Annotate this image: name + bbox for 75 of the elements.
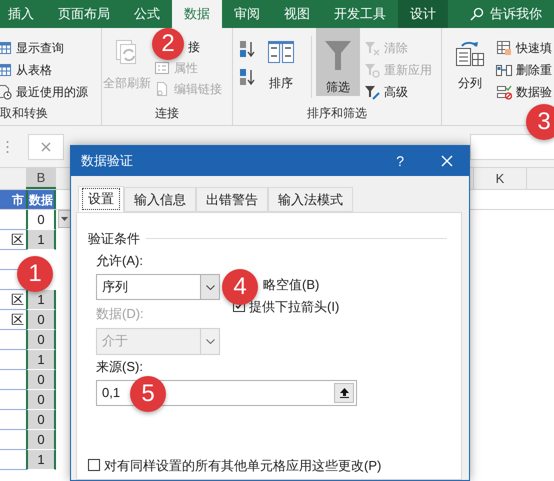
close-icon[interactable]: [441, 155, 453, 167]
list-icon: [154, 60, 170, 76]
ribbon-tab[interactable]: 开发工具: [322, 0, 398, 28]
ribbon-tab[interactable]: 设计: [398, 0, 448, 28]
collapse-button[interactable]: [334, 383, 354, 403]
checkbox[interactable]: [88, 459, 100, 472]
dialog-title: 数据验证: [81, 152, 133, 170]
ribbon-button[interactable]: 最近使用的源: [0, 81, 90, 103]
ribbon-tab[interactable]: 审阅: [222, 0, 272, 28]
table-cell[interactable]: 0: [26, 430, 56, 450]
checkbox-label[interactable]: 略空值(B): [263, 274, 340, 296]
ribbon-button[interactable]: 筛选: [316, 28, 360, 96]
sort-descending-icon: [239, 68, 255, 86]
field-label: 来源(S):: [96, 358, 143, 376]
sort-ascending-icon: [239, 40, 255, 58]
field-label: 允许(A):: [96, 252, 144, 270]
validation-icon: [496, 84, 512, 100]
table-cell[interactable]: 0: [26, 210, 56, 230]
funnel-icon: [364, 40, 380, 56]
allow-dropdown[interactable]: 序列: [96, 274, 220, 300]
field-label: 数据(D):: [96, 305, 145, 323]
ribbon-button[interactable]: 从表格: [0, 59, 90, 81]
table-cell[interactable]: 1: [26, 450, 56, 470]
table-cell[interactable]: 0: [26, 310, 56, 330]
funnel-icon: [364, 62, 380, 78]
document-link-icon: [154, 80, 170, 96]
formula-input[interactable]: [470, 134, 554, 160]
table-cell[interactable]: 1: [26, 290, 56, 310]
dialog-tab[interactable]: 出错警告: [196, 187, 268, 212]
table-cell[interactable]: 0: [26, 390, 56, 410]
table-cell[interactable]: 0: [26, 410, 56, 430]
dropdown-button[interactable]: [58, 210, 71, 228]
chevron-down-icon: [206, 338, 214, 344]
group-label: 连接: [155, 105, 179, 122]
ribbon-tab[interactable]: 公式: [122, 0, 172, 28]
table-cell[interactable]: 0: [26, 330, 56, 350]
close-icon: [41, 142, 51, 152]
table-cell[interactable]: 0: [26, 370, 56, 390]
table-header-cell: 数据: [26, 190, 56, 209]
dialog-tab[interactable]: 设置: [78, 186, 124, 212]
group-label: 取和转换: [0, 105, 48, 122]
grip-icon: [6, 140, 9, 154]
column-header[interactable]: B: [26, 168, 56, 189]
group-label: 排序和筛选: [307, 105, 367, 122]
ribbon-button[interactable]: 高级: [364, 81, 434, 103]
flash-fill-icon: [496, 40, 512, 56]
help-button[interactable]: ?: [392, 150, 408, 172]
table-cell[interactable]: 1: [26, 350, 56, 370]
ribbon-button[interactable]: 排序: [259, 28, 303, 92]
chevron-down-icon: [206, 284, 214, 290]
table-header-cell: 市: [0, 190, 26, 209]
column-header[interactable]: K: [473, 168, 527, 189]
tell-me-field[interactable]: 告诉我你: [490, 4, 542, 24]
group-label: 验证条件: [88, 230, 140, 248]
table-cell[interactable]: 1: [26, 230, 56, 250]
ribbon-button[interactable]: 分列: [448, 28, 492, 92]
funnel-pen-icon: [364, 84, 380, 100]
checkbox-label[interactable]: 对有同样设置的所有其他单元格应用这些更改(P): [104, 456, 382, 475]
funnel-icon: [323, 38, 353, 72]
caret-icon: [61, 217, 68, 221]
remove-duplicates-icon: [496, 62, 512, 78]
ribbon-button[interactable]: 数据验: [496, 81, 554, 103]
ribbon-tab[interactable]: 数据: [172, 0, 222, 28]
ribbon-tab[interactable]: 视图: [272, 0, 322, 28]
ribbon-button[interactable]: 显示查询: [0, 37, 90, 59]
dialog-tab[interactable]: 输入信息: [124, 187, 196, 212]
ribbon-tab[interactable]: 插入: [0, 0, 46, 28]
search-icon: [470, 7, 484, 21]
dialog-tab[interactable]: 输入法模式: [268, 187, 353, 212]
ribbon-button[interactable]: 删除重: [496, 59, 554, 81]
ribbon-tab[interactable]: 页面布局: [46, 0, 122, 28]
ribbon-button[interactable]: 接: [188, 36, 202, 57]
ribbon-button[interactable]: 快速填: [496, 37, 554, 59]
upload-arrow-icon: [340, 388, 348, 398]
cancel-button[interactable]: [28, 134, 64, 160]
